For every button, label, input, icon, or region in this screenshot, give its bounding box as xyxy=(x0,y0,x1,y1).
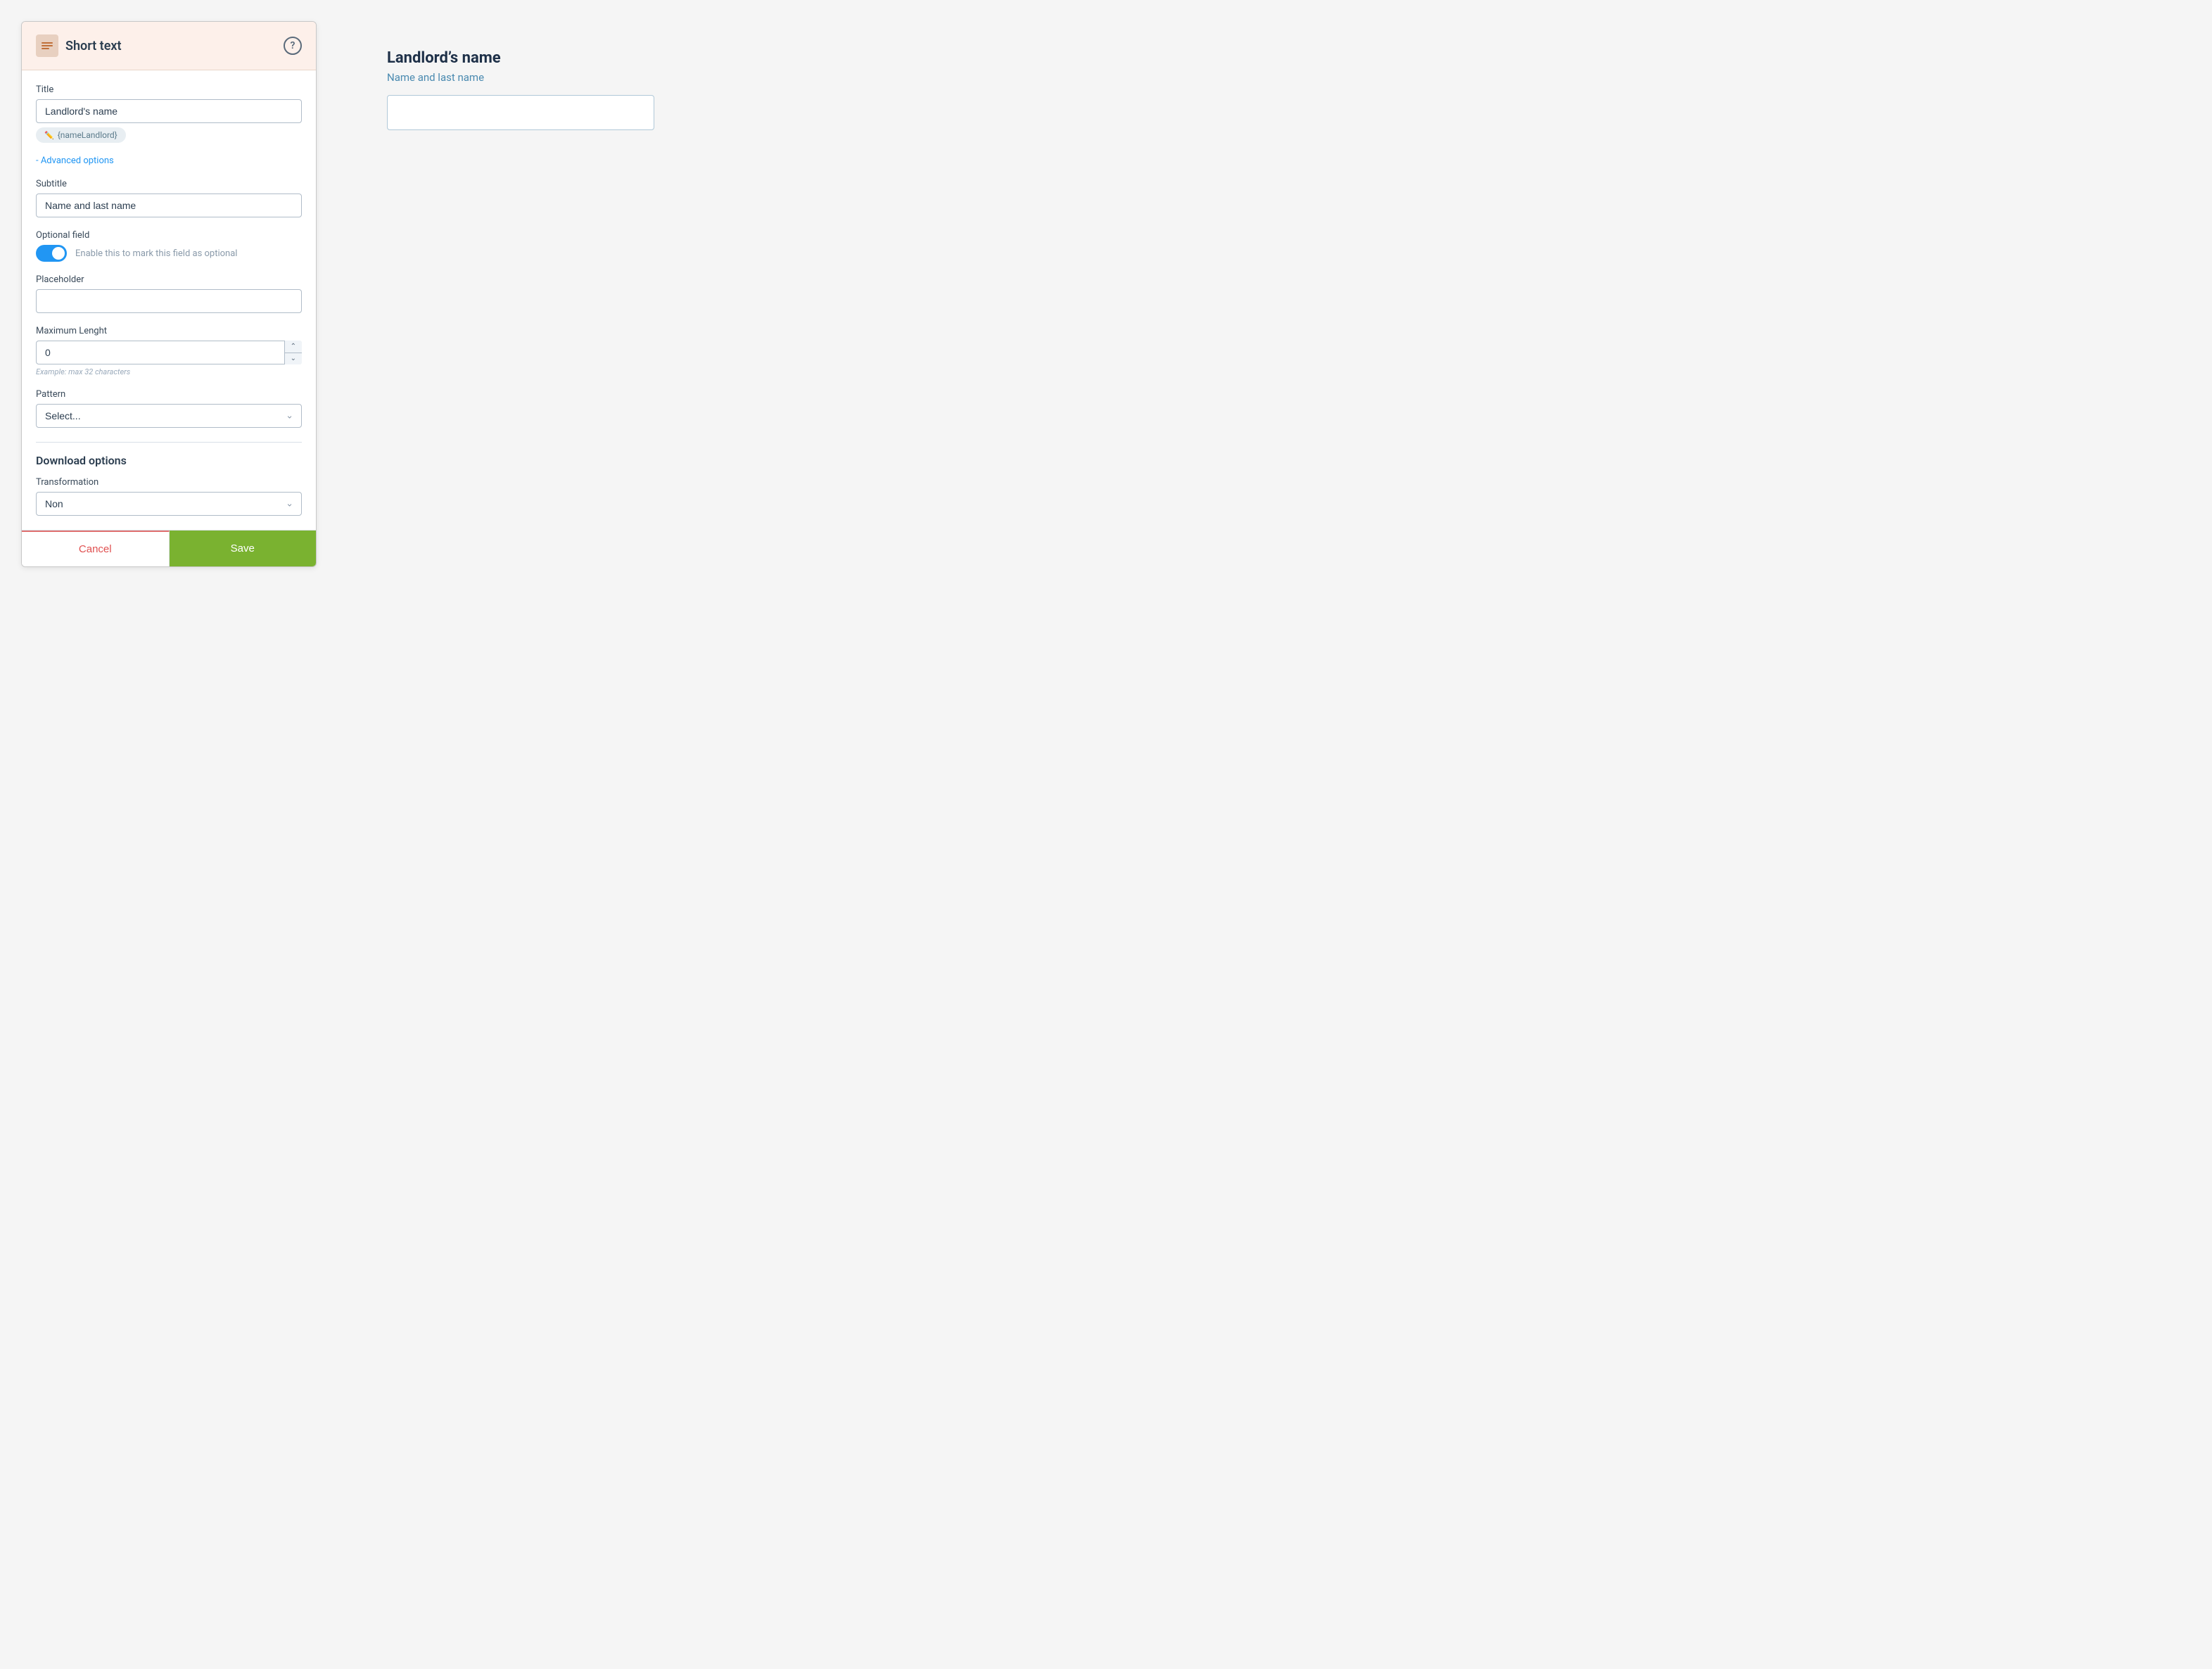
transformation-group: Transformation Non Uppercase Lowercase C… xyxy=(36,477,302,516)
subtitle-label: Subtitle xyxy=(36,179,302,189)
subtitle-input[interactable] xyxy=(36,193,302,217)
max-length-hint: Example: max 32 characters xyxy=(36,367,302,376)
pattern-select-wrapper: Select... Email Phone URL Numeric ⌄ xyxy=(36,404,302,428)
title-input[interactable] xyxy=(36,99,302,123)
download-options-section: Download options Transformation Non Uppe… xyxy=(36,454,302,516)
toggle-slider xyxy=(36,245,67,262)
max-length-group: Maximum Lenght ⌃ ⌄ Example: max 32 chara… xyxy=(36,326,302,376)
optional-field-label: Optional field xyxy=(36,230,302,241)
help-icon[interactable]: ? xyxy=(284,37,302,55)
variable-tag[interactable]: ✏️ {nameLandlord} xyxy=(36,127,126,143)
variable-tag-text: {nameLandlord} xyxy=(58,130,117,140)
optional-toggle[interactable] xyxy=(36,245,67,262)
pattern-group: Pattern Select... Email Phone URL Numeri… xyxy=(36,389,302,428)
optional-toggle-description: Enable this to mark this field as option… xyxy=(75,248,237,259)
title-label: Title xyxy=(36,84,302,95)
max-length-input[interactable] xyxy=(36,341,302,364)
pattern-select[interactable]: Select... Email Phone URL Numeric xyxy=(36,404,302,428)
cancel-button[interactable]: Cancel xyxy=(22,531,170,566)
optional-field-group: Optional field Enable this to mark this … xyxy=(36,230,302,262)
panel-body: Title ✏️ {nameLandlord} - Advanced optio… xyxy=(22,70,316,516)
placeholder-input[interactable] xyxy=(36,289,302,313)
page-container: Short text ? Title ✏️ {nameLandlord} - A… xyxy=(21,21,2191,567)
panel-footer: Cancel Save xyxy=(22,530,316,566)
stepper-down-button[interactable]: ⌄ xyxy=(285,353,302,365)
form-panel: Short text ? Title ✏️ {nameLandlord} - A… xyxy=(21,21,317,567)
download-options-title: Download options xyxy=(36,454,302,467)
placeholder-label: Placeholder xyxy=(36,274,302,285)
max-length-stepper: ⌃ ⌄ xyxy=(36,341,302,364)
stepper-up-button[interactable]: ⌃ xyxy=(285,341,302,353)
subtitle-group: Subtitle xyxy=(36,179,302,217)
stepper-buttons: ⌃ ⌄ xyxy=(284,341,302,364)
preview-subtitle: Name and last name xyxy=(387,71,2177,84)
panel-header: Short text ? xyxy=(22,22,316,70)
short-text-icon xyxy=(36,34,58,57)
pattern-label: Pattern xyxy=(36,389,302,400)
preview-input-field xyxy=(387,95,654,130)
transformation-select-wrapper: Non Uppercase Lowercase Capitalize ⌄ xyxy=(36,492,302,516)
max-length-label: Maximum Lenght xyxy=(36,326,302,336)
panel-title: Short text xyxy=(65,39,122,53)
placeholder-group: Placeholder xyxy=(36,274,302,313)
section-divider xyxy=(36,442,302,443)
panel-header-left: Short text xyxy=(36,34,122,57)
transformation-select[interactable]: Non Uppercase Lowercase Capitalize xyxy=(36,492,302,516)
pencil-icon: ✏️ xyxy=(44,131,54,140)
save-button[interactable]: Save xyxy=(170,531,317,566)
transformation-label: Transformation xyxy=(36,477,302,488)
title-group: Title ✏️ {nameLandlord} xyxy=(36,84,302,143)
preview-title: Landlord’s name xyxy=(387,49,2177,67)
optional-field-row: Enable this to mark this field as option… xyxy=(36,245,302,262)
advanced-options-link[interactable]: - Advanced options xyxy=(36,156,302,166)
preview-panel: Landlord’s name Name and last name xyxy=(373,21,2191,158)
